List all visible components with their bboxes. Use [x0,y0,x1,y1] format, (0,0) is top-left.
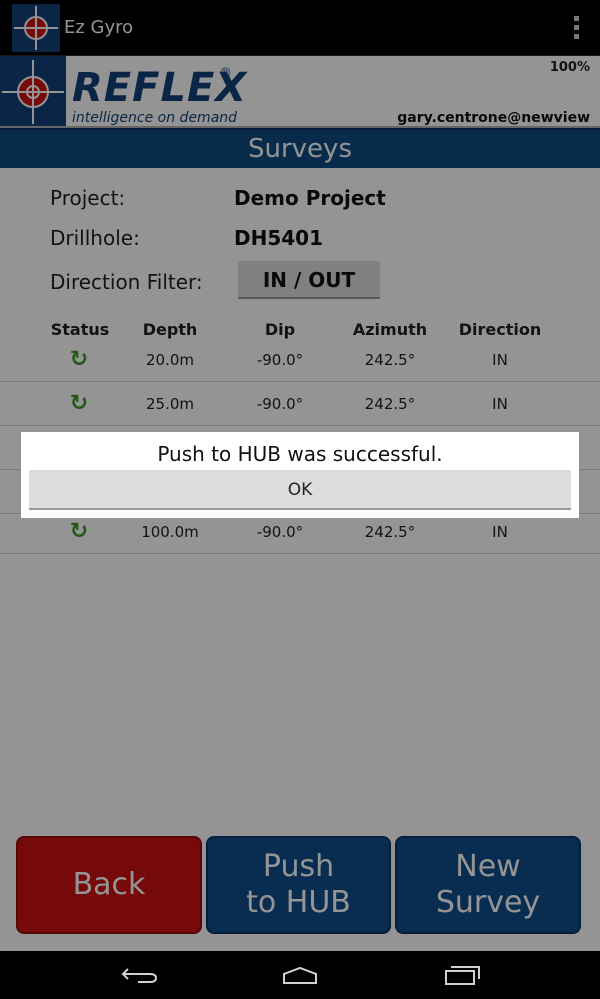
push-success-dialog: Push to HUB was successful. OK [21,432,579,518]
system-nav-bar [0,951,600,999]
nav-home-icon[interactable] [280,965,320,985]
ok-button[interactable]: OK [29,470,571,510]
nav-recents-icon[interactable] [442,964,482,986]
dialog-message: Push to HUB was successful. [157,442,443,466]
nav-back-icon[interactable] [120,965,160,985]
